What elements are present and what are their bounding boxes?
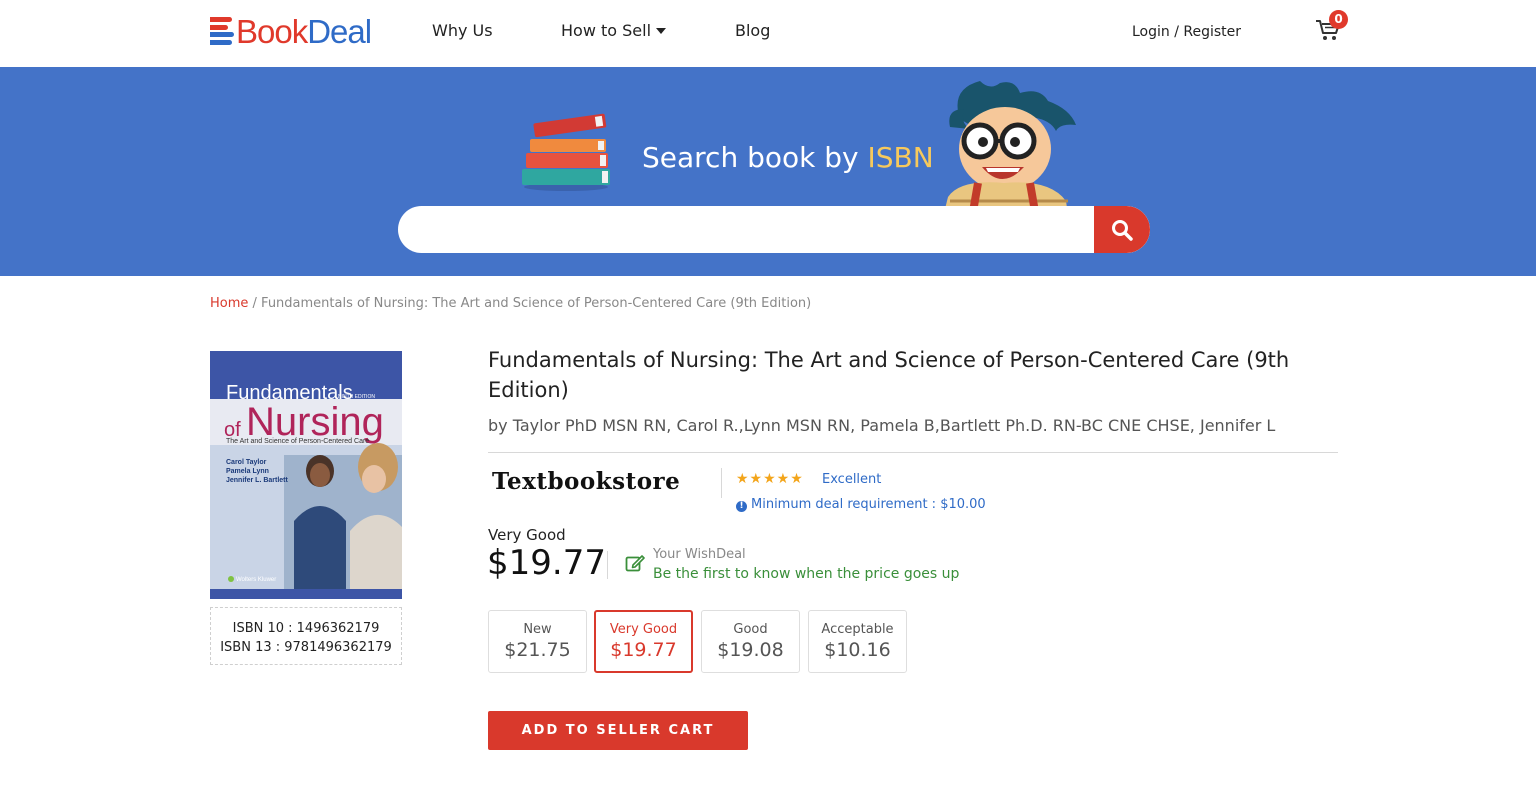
- cover-publisher: Wolters Kluwer: [236, 577, 276, 583]
- wishdeal-subtitle[interactable]: Be the first to know when the price goes…: [653, 566, 959, 582]
- search-icon: [1112, 219, 1133, 241]
- breadcrumb-separator: /: [248, 296, 262, 311]
- bookdeal-logo[interactable]: BookDeal: [210, 12, 372, 50]
- condition-price: $19.77: [610, 639, 677, 661]
- book-title: Fundamentals of Nursing: The Art and Sci…: [488, 348, 1290, 402]
- hero-title: Search book by ISBN: [642, 141, 934, 174]
- isbn-10: ISBN 10 : 1496362179: [232, 621, 380, 636]
- add-to-seller-cart-button[interactable]: ADD TO SELLER CART: [488, 711, 748, 750]
- breadcrumb-current: Fundamentals of Nursing: The Art and Sci…: [261, 296, 812, 311]
- condition-price: $10.16: [824, 639, 891, 661]
- condition-option-very-good[interactable]: Very Good $19.77: [594, 610, 693, 673]
- info-icon: !: [736, 501, 747, 512]
- book-stack-illustration: [516, 113, 616, 195]
- search-button[interactable]: [1094, 206, 1150, 253]
- minimum-deal-requirement: ! Minimum deal requirement : $10.00: [736, 497, 986, 512]
- cart-count-badge: 0: [1329, 10, 1348, 29]
- cover-subtitle: The Art and Science of Person-Centered C…: [226, 438, 369, 445]
- condition-option-new[interactable]: New $21.75: [488, 610, 587, 673]
- logo-text-deal: Deal: [307, 12, 372, 50]
- condition-price: $21.75: [504, 639, 571, 661]
- logo-text-book: Book: [236, 12, 308, 50]
- nav-how-to-sell-label: How to Sell: [561, 21, 652, 40]
- hero-title-prefix: Search book by: [642, 141, 868, 174]
- rating-label: Excellent: [822, 472, 882, 487]
- vertical-divider: [607, 551, 608, 579]
- condition-name: Very Good: [609, 622, 678, 637]
- breadcrumb: Home / Fundamentals of Nursing: The Art …: [210, 296, 811, 311]
- isbn-13: ISBN 13 : 9781496362179: [220, 640, 392, 655]
- logo-mark-icon: [210, 17, 236, 45]
- divider: [488, 452, 1338, 453]
- nav-blog[interactable]: Blog: [735, 21, 770, 40]
- isbn-search-bar: [398, 206, 1150, 253]
- book-authors: by Taylor PhD MSN RN, Carol R.,Lynn MSN …: [488, 416, 1276, 435]
- nav-why-us[interactable]: Why Us: [432, 21, 493, 40]
- vertical-divider: [721, 468, 722, 498]
- book-cover-image: Fundamentals NINTH EDITION of Nursing Th…: [210, 351, 402, 599]
- isbn-info-box: ISBN 10 : 1496362179 ISBN 13 : 978149636…: [210, 607, 402, 665]
- cover-author-3: Jennifer L. Bartlett: [226, 477, 289, 484]
- wishdeal-title[interactable]: Your WishDeal: [653, 547, 746, 562]
- seller-name[interactable]: Textbookstore: [492, 468, 680, 495]
- selected-condition-label: Very Good: [488, 526, 566, 544]
- logo-text: BookDeal: [236, 12, 372, 50]
- nav-how-to-sell[interactable]: How to Sell: [561, 21, 667, 40]
- condition-option-acceptable[interactable]: Acceptable $10.16: [808, 610, 907, 673]
- breadcrumb-home-link[interactable]: Home: [210, 296, 248, 311]
- cover-author-1: Carol Taylor: [226, 459, 267, 466]
- condition-name: Acceptable: [821, 622, 894, 637]
- top-navbar: BookDeal Why Us How to Sell Blog Login /…: [0, 0, 1536, 67]
- condition-name: New: [523, 622, 552, 637]
- minimum-deal-text: Minimum deal requirement : $10.00: [751, 497, 986, 512]
- condition-name: Good: [733, 622, 768, 637]
- condition-option-good[interactable]: Good $19.08: [701, 610, 800, 673]
- isbn-search-input[interactable]: [398, 206, 1094, 253]
- cover-author-2: Pamela Lynn: [226, 468, 269, 475]
- selected-price: $19.77: [487, 543, 606, 583]
- condition-price: $19.08: [717, 639, 784, 661]
- search-hero-banner: Search book by ISBN: [0, 67, 1536, 276]
- edit-icon[interactable]: [625, 554, 645, 576]
- rating-stars-icon: ★★★★★: [736, 471, 804, 487]
- login-register-link[interactable]: Login / Register: [1132, 24, 1241, 40]
- caret-down-icon: [656, 27, 667, 34]
